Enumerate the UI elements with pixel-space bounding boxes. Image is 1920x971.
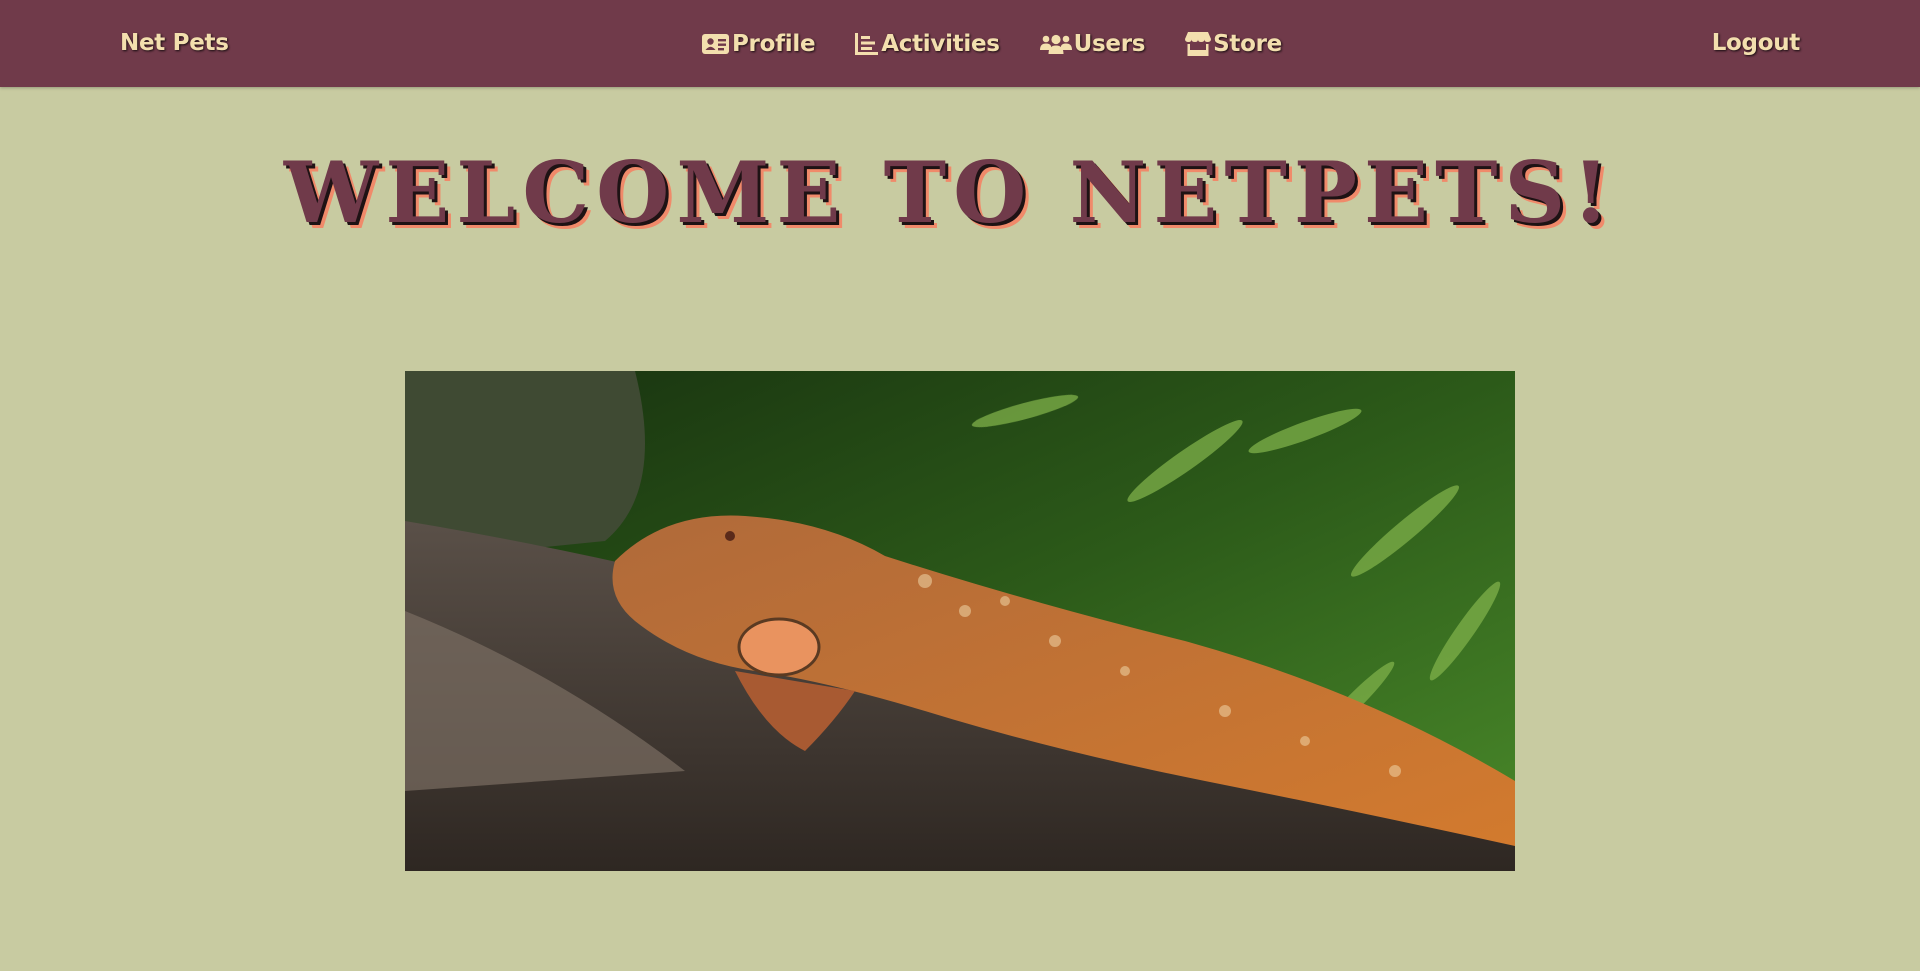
chart-bar-icon [855, 32, 881, 55]
nav-users-label: Users [1073, 30, 1146, 57]
users-icon [1039, 33, 1074, 55]
brand-link[interactable]: Net Pets [120, 0, 229, 87]
store-icon [1185, 31, 1213, 56]
nav-store-label: Store [1213, 30, 1282, 57]
nav-links: Profile Activities Users Store [702, 0, 1322, 87]
iguana-photo [405, 371, 1515, 871]
nav-activities-label: Activities [881, 30, 1000, 57]
nav-store-link[interactable]: Store [1185, 31, 1282, 57]
page-title: WELCOME TO NETPETS! [283, 143, 1617, 242]
top-navbar: Net Pets Profile Activities Users Store … [0, 0, 1920, 87]
nav-users-link[interactable]: Users [1039, 30, 1146, 57]
hero-image [405, 371, 1515, 871]
nav-profile-label: Profile [732, 30, 816, 57]
nav-profile-link[interactable]: Profile [702, 30, 816, 57]
nav-activities-link[interactable]: Activities [855, 30, 1000, 57]
logout-link[interactable]: Logout [1712, 0, 1801, 87]
id-card-icon [702, 33, 732, 55]
